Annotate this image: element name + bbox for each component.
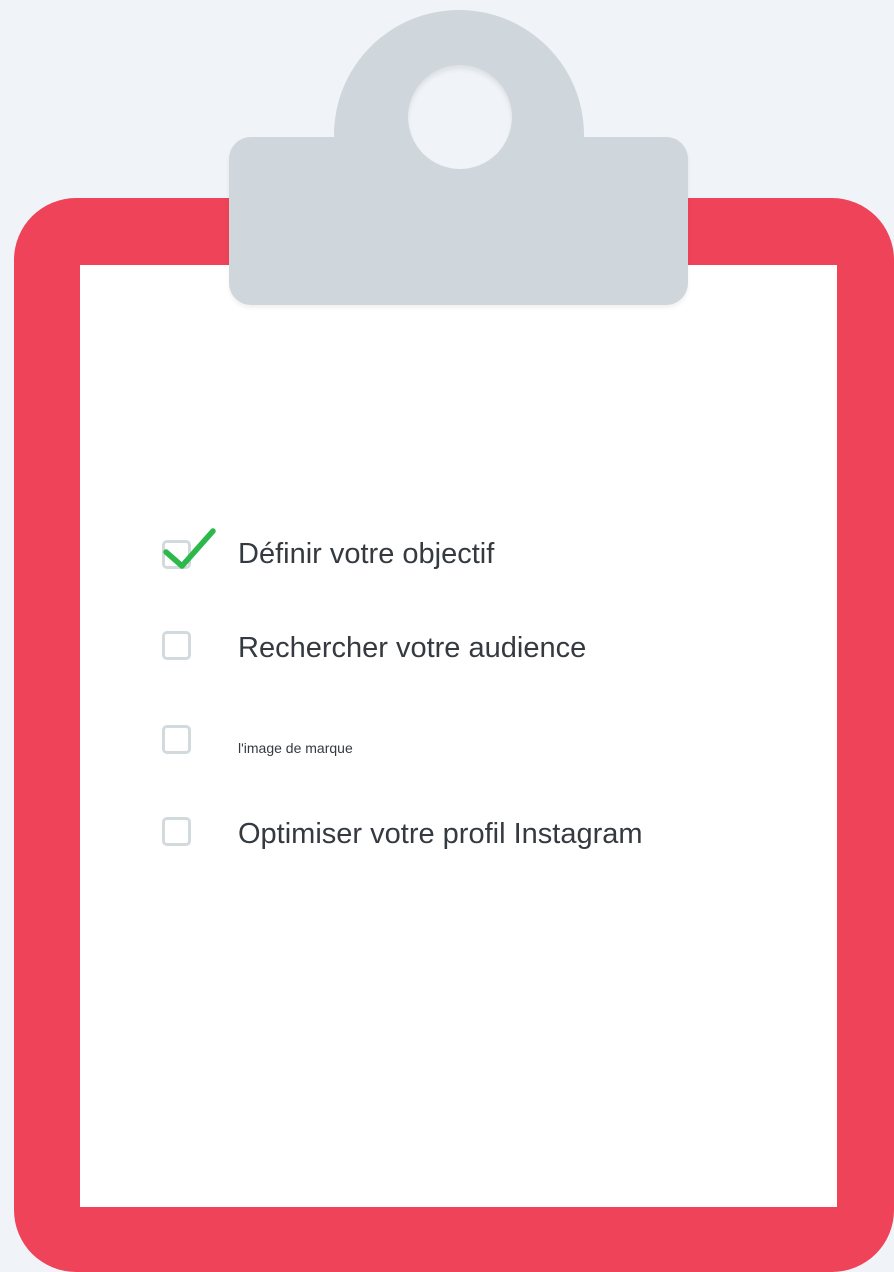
- checkmark-icon: [163, 528, 216, 569]
- checklist-item-label: Optimiser votre profil Instagram: [238, 818, 643, 850]
- checklist-item-label: Rechercher votre audience: [238, 632, 587, 664]
- checkbox-unchecked[interactable]: [162, 817, 191, 846]
- clipboard-paper: [80, 265, 837, 1207]
- checkbox-unchecked[interactable]: [162, 631, 191, 660]
- checklist-item-label: Définir votre objectif: [238, 538, 495, 570]
- checkbox-unchecked[interactable]: [162, 725, 191, 754]
- clip-hole: [408, 65, 512, 169]
- checklist-item-label: l'image de marque: [238, 740, 353, 756]
